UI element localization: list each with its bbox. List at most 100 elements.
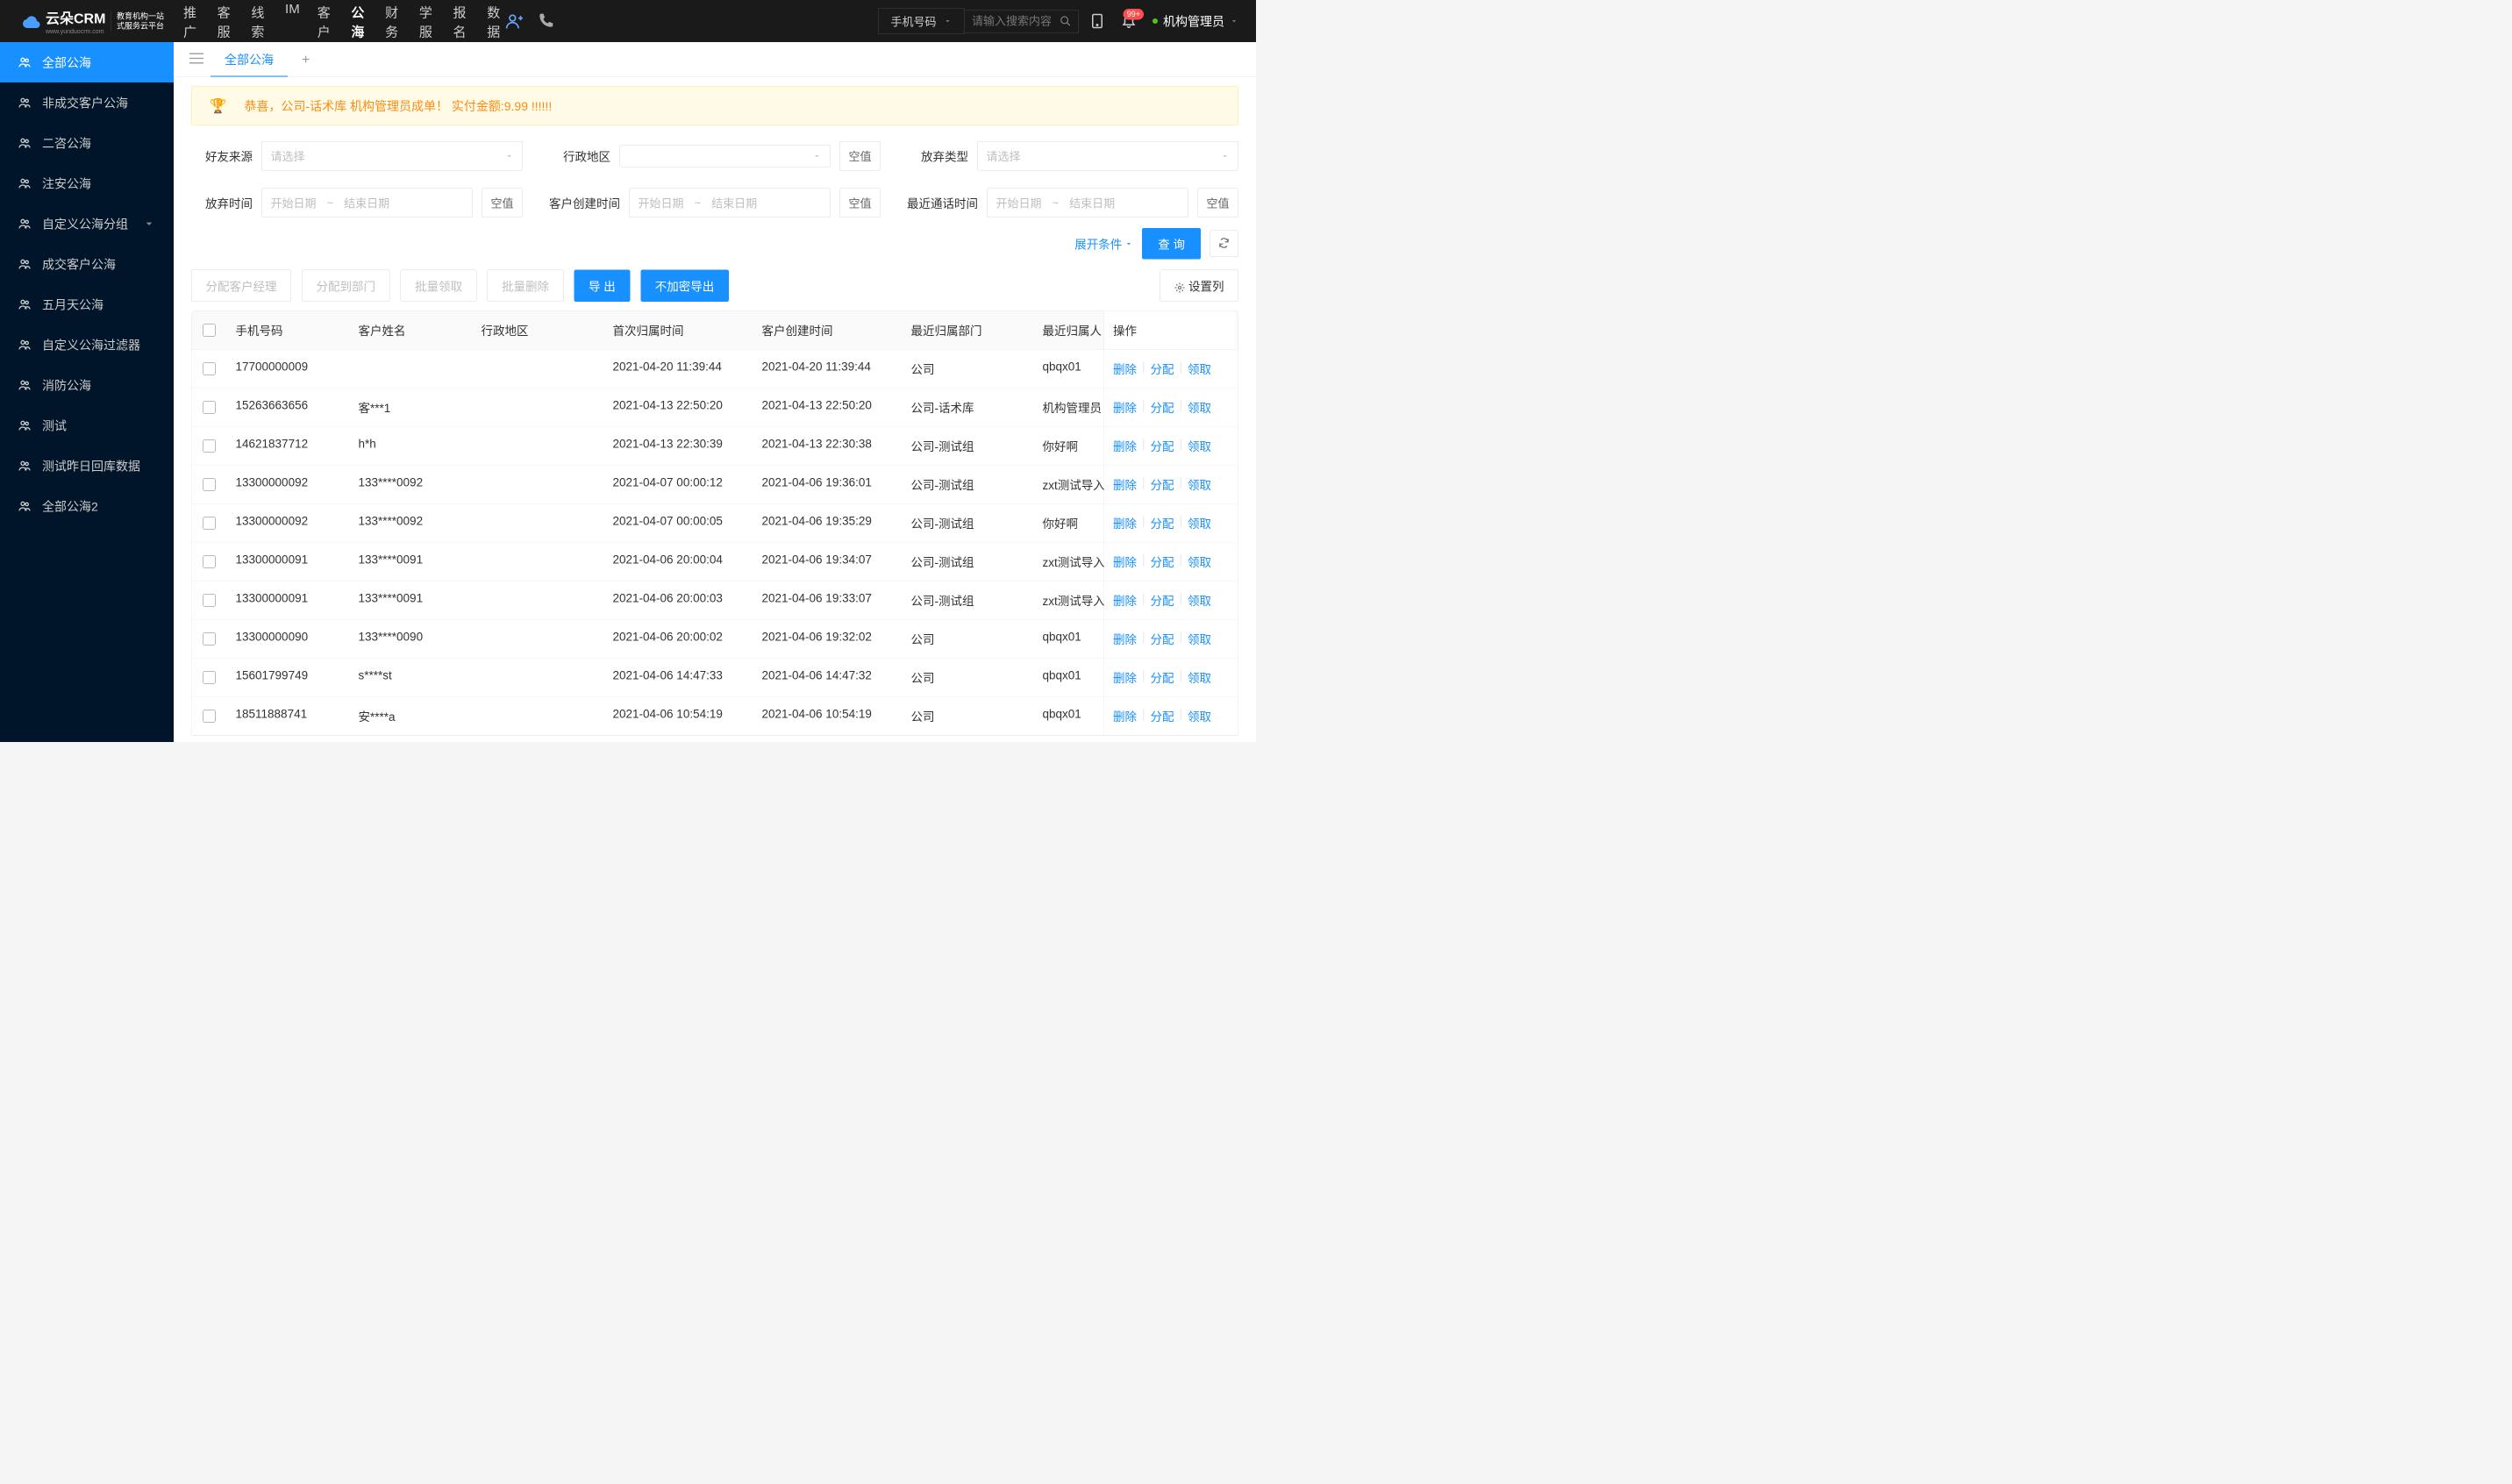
create-time-empty-button[interactable]: 空值 bbox=[839, 189, 881, 218]
row-checkbox[interactable] bbox=[203, 710, 216, 722]
row-assign-link[interactable]: 分配 bbox=[1151, 515, 1174, 532]
search-icon[interactable] bbox=[1060, 15, 1072, 27]
nav-item[interactable]: 数据 bbox=[485, 0, 505, 44]
sidebar-item[interactable]: 全部公海2 bbox=[0, 486, 174, 526]
nav-item[interactable]: 报名 bbox=[452, 0, 472, 44]
search-type-select[interactable]: 手机号码 bbox=[878, 8, 965, 34]
row-checkbox[interactable] bbox=[203, 401, 216, 413]
columns-button[interactable]: 设置列 bbox=[1160, 270, 1239, 303]
row-delete-link[interactable]: 删除 bbox=[1113, 708, 1137, 725]
row-assign-link[interactable]: 分配 bbox=[1151, 476, 1174, 494]
batch-delete-button[interactable]: 批量删除 bbox=[488, 270, 564, 303]
sidebar-item[interactable]: 自定义公海分组 bbox=[0, 203, 174, 244]
nav-item[interactable]: 线索 bbox=[249, 0, 269, 44]
sidebar-item[interactable]: 二咨公海 bbox=[0, 123, 174, 163]
assign-dept-button[interactable]: 分配到部门 bbox=[302, 270, 390, 303]
sidebar-item[interactable]: 注安公海 bbox=[0, 163, 174, 203]
assign-manager-button[interactable]: 分配客户经理 bbox=[191, 270, 291, 303]
people-icon bbox=[18, 499, 32, 513]
user-menu[interactable]: 机构管理员 bbox=[1153, 12, 1238, 30]
source-select[interactable]: 请选择 bbox=[261, 141, 523, 171]
abandon-type-select[interactable]: 请选择 bbox=[977, 141, 1238, 171]
row-assign-link[interactable]: 分配 bbox=[1151, 592, 1174, 610]
row-checkbox[interactable] bbox=[203, 555, 216, 567]
row-assign-link[interactable]: 分配 bbox=[1151, 399, 1174, 417]
region-select[interactable] bbox=[619, 145, 831, 167]
row-assign-link[interactable]: 分配 bbox=[1151, 553, 1174, 571]
row-delete-link[interactable]: 删除 bbox=[1113, 476, 1137, 494]
sidebar-item[interactable]: 非成交客户公海 bbox=[0, 82, 174, 123]
row-checkbox[interactable] bbox=[203, 478, 216, 490]
row-claim-link[interactable]: 领取 bbox=[1188, 631, 1211, 648]
refresh-button[interactable] bbox=[1210, 231, 1238, 258]
add-tab-button[interactable]: + bbox=[288, 52, 324, 68]
export-button[interactable]: 导 出 bbox=[574, 270, 631, 303]
notifications-button[interactable]: 99+ bbox=[1121, 12, 1137, 31]
row-delete-link[interactable]: 删除 bbox=[1113, 360, 1137, 378]
nav-item[interactable]: 推广 bbox=[182, 0, 202, 44]
tablet-icon[interactable] bbox=[1089, 13, 1105, 29]
tab-all-sea[interactable]: 全部公海 bbox=[211, 42, 288, 77]
row-claim-link[interactable]: 领取 bbox=[1188, 515, 1211, 532]
row-claim-link[interactable]: 领取 bbox=[1188, 438, 1211, 455]
sidebar-item[interactable]: 自定义公海过滤器 bbox=[0, 325, 174, 365]
export-plain-button[interactable]: 不加密导出 bbox=[640, 270, 729, 303]
table-row: 13300000092133****00922021-04-07 00:00:1… bbox=[192, 466, 1238, 504]
search-button[interactable]: 查 询 bbox=[1142, 228, 1201, 260]
add-user-icon[interactable] bbox=[505, 12, 523, 30]
sidebar-item[interactable]: 消防公海 bbox=[0, 365, 174, 405]
expand-filters-link[interactable]: 展开条件 bbox=[1074, 235, 1133, 253]
row-delete-link[interactable]: 删除 bbox=[1113, 553, 1137, 571]
row-checkbox[interactable] bbox=[203, 594, 216, 606]
row-delete-link[interactable]: 删除 bbox=[1113, 438, 1137, 455]
create-time-range[interactable]: 开始日期 ~ 结束日期 bbox=[629, 189, 831, 218]
search-input[interactable] bbox=[972, 14, 1060, 28]
row-assign-link[interactable]: 分配 bbox=[1151, 360, 1174, 378]
row-claim-link[interactable]: 领取 bbox=[1188, 708, 1211, 725]
row-delete-link[interactable]: 删除 bbox=[1113, 515, 1137, 532]
cell-name bbox=[350, 350, 473, 389]
row-claim-link[interactable]: 领取 bbox=[1188, 553, 1211, 571]
sidebar-item[interactable]: 测试 bbox=[0, 405, 174, 446]
batch-claim-button[interactable]: 批量领取 bbox=[401, 270, 477, 303]
row-delete-link[interactable]: 删除 bbox=[1113, 631, 1137, 648]
logo[interactable]: 云朵CRM www.yunduocrm.com 教育机构一站 式服务云平台 bbox=[18, 8, 164, 35]
abandon-time-range[interactable]: 开始日期 ~ 结束日期 bbox=[261, 189, 473, 218]
row-delete-link[interactable]: 删除 bbox=[1113, 399, 1137, 417]
row-checkbox[interactable] bbox=[203, 517, 216, 529]
call-time-empty-button[interactable]: 空值 bbox=[1197, 189, 1238, 218]
menu-collapse-icon bbox=[189, 54, 203, 64]
call-time-range[interactable]: 开始日期 ~ 结束日期 bbox=[987, 189, 1188, 218]
row-assign-link[interactable]: 分配 bbox=[1151, 669, 1174, 687]
row-assign-link[interactable]: 分配 bbox=[1151, 708, 1174, 725]
row-claim-link[interactable]: 领取 bbox=[1188, 669, 1211, 687]
sidebar-item[interactable]: 全部公海 bbox=[0, 42, 174, 82]
row-checkbox[interactable] bbox=[203, 671, 216, 683]
row-assign-link[interactable]: 分配 bbox=[1151, 631, 1174, 648]
row-claim-link[interactable]: 领取 bbox=[1188, 476, 1211, 494]
row-assign-link[interactable]: 分配 bbox=[1151, 438, 1174, 455]
nav-item[interactable]: 客服 bbox=[216, 0, 236, 44]
nav-item[interactable]: 客户 bbox=[316, 0, 336, 44]
phone-icon[interactable] bbox=[537, 12, 554, 30]
sidebar-item[interactable]: 五月天公海 bbox=[0, 284, 174, 325]
region-empty-button[interactable]: 空值 bbox=[839, 141, 881, 171]
row-checkbox[interactable] bbox=[203, 632, 216, 645]
nav-item[interactable]: 学服 bbox=[417, 0, 438, 44]
nav-item[interactable]: 财务 bbox=[383, 0, 403, 44]
row-claim-link[interactable]: 领取 bbox=[1188, 399, 1211, 417]
row-claim-link[interactable]: 领取 bbox=[1188, 592, 1211, 610]
row-checkbox[interactable] bbox=[203, 439, 216, 452]
select-all-checkbox[interactable] bbox=[203, 324, 216, 336]
row-checkbox[interactable] bbox=[203, 362, 216, 375]
table-row: 18511888741安****a2021-04-06 10:54:192021… bbox=[192, 697, 1238, 736]
row-delete-link[interactable]: 删除 bbox=[1113, 669, 1137, 687]
row-claim-link[interactable]: 领取 bbox=[1188, 360, 1211, 378]
nav-item[interactable]: 公海 bbox=[349, 0, 369, 44]
row-delete-link[interactable]: 删除 bbox=[1113, 592, 1137, 610]
abandon-time-empty-button[interactable]: 空值 bbox=[482, 189, 523, 218]
nav-item[interactable]: IM bbox=[283, 0, 302, 44]
sidebar-item[interactable]: 成交客户公海 bbox=[0, 244, 174, 284]
sidebar-item[interactable]: 测试昨日回库数据 bbox=[0, 446, 174, 486]
collapse-sidebar-button[interactable] bbox=[182, 54, 211, 67]
